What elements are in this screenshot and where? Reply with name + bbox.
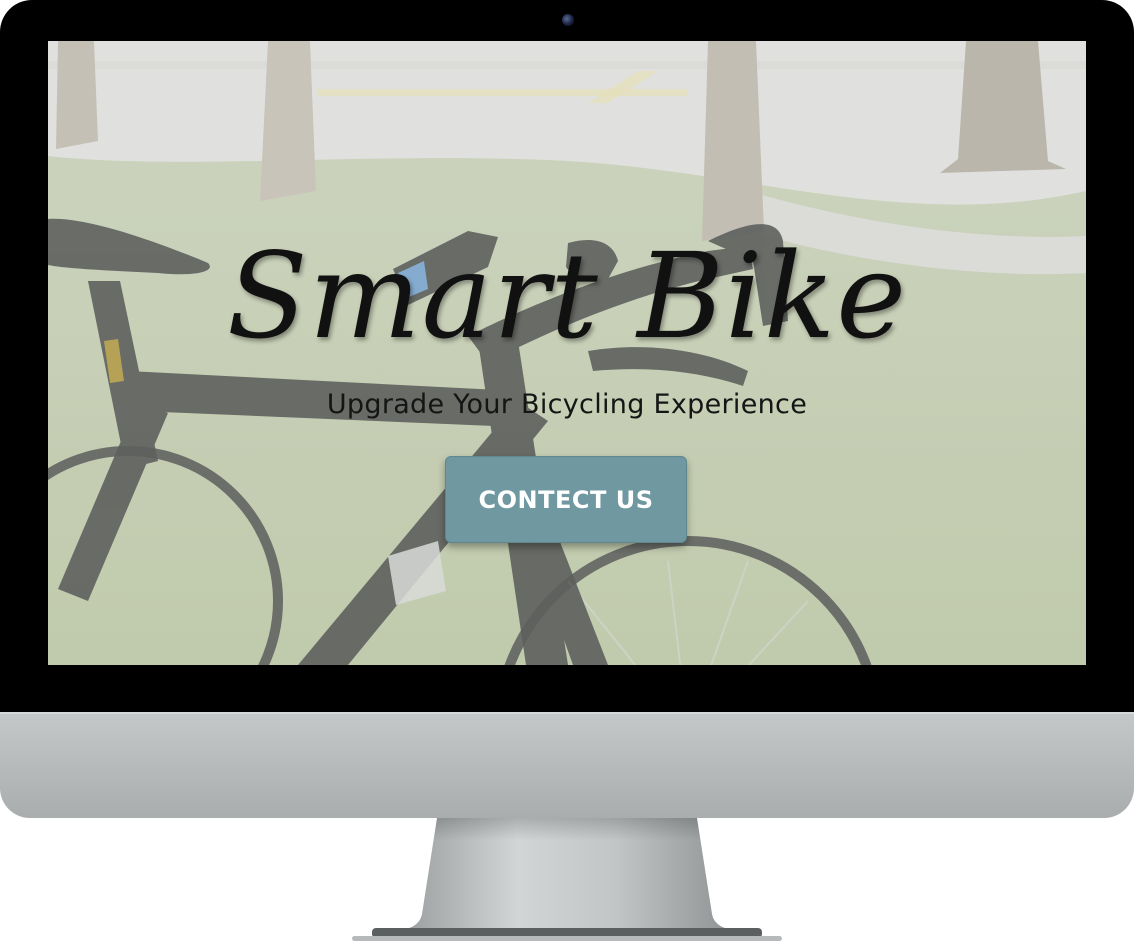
chin-highlight — [0, 712, 1134, 714]
hero-title: Smart Bike — [226, 227, 908, 365]
monitor-stand — [352, 818, 782, 941]
monitor-screen: Smart Bike Upgrade Your Bicycling Experi… — [48, 41, 1086, 665]
monitor-chin — [0, 712, 1134, 818]
hero-subtitle: Upgrade Your Bicycling Experience — [326, 389, 808, 420]
contact-us-button[interactable]: CONTECT US — [445, 456, 687, 543]
camera-icon — [562, 14, 574, 26]
